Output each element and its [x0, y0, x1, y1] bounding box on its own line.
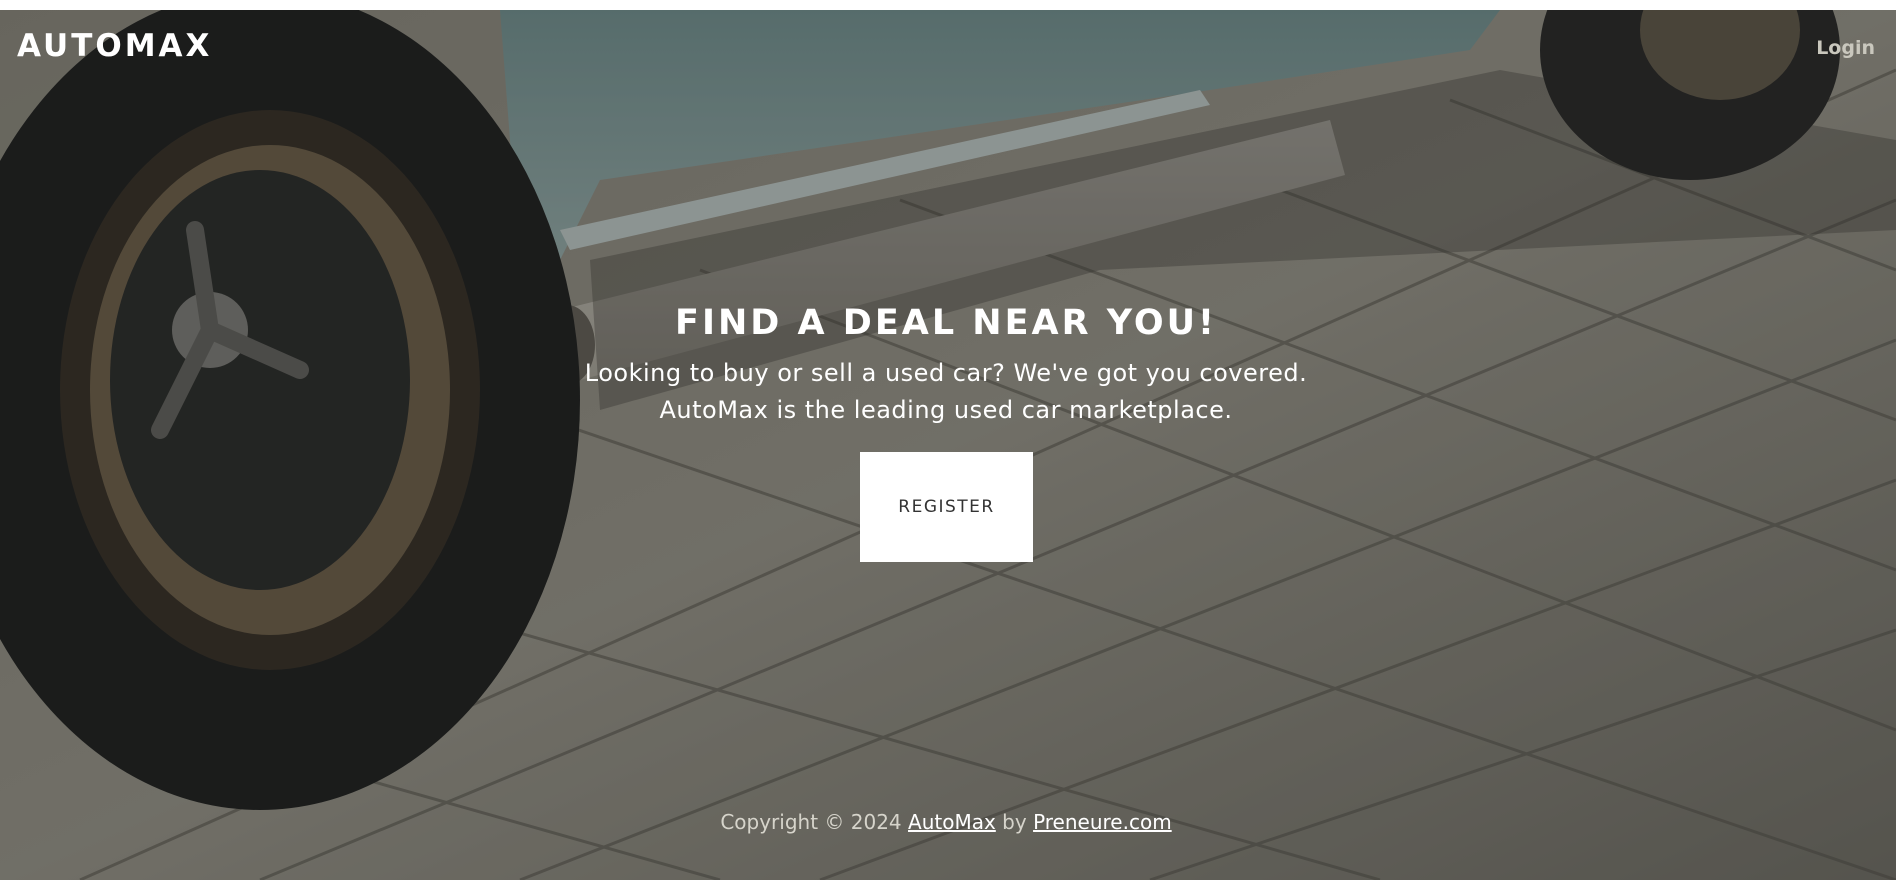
footer: Copyright © 2024 AutoMax by Preneure.com — [0, 810, 1892, 834]
brand-logo-link[interactable]: AUTOMAX — [17, 28, 212, 64]
page: AUTOMAX Login FIND A DEAL NEAR YOU! Look… — [0, 0, 1901, 885]
hero-section: AUTOMAX Login FIND A DEAL NEAR YOU! Look… — [0, 10, 1896, 880]
hero-subline-2: AutoMax is the leading used car marketpl… — [659, 396, 1233, 424]
preneure-link[interactable]: Preneure.com — [1033, 810, 1172, 834]
footer-by-text: by — [1002, 810, 1027, 834]
hero-headline: FIND A DEAL NEAR YOU! — [675, 303, 1217, 343]
register-button[interactable]: REGISTER — [860, 452, 1033, 562]
copyright-text: Copyright © 2024 — [720, 810, 902, 834]
hero-dark-overlay — [0, 10, 1896, 880]
automax-footer-link[interactable]: AutoMax — [908, 810, 996, 834]
hero-subline-1: Looking to buy or sell a used car? We've… — [584, 359, 1308, 387]
login-link[interactable]: Login — [1816, 37, 1875, 59]
